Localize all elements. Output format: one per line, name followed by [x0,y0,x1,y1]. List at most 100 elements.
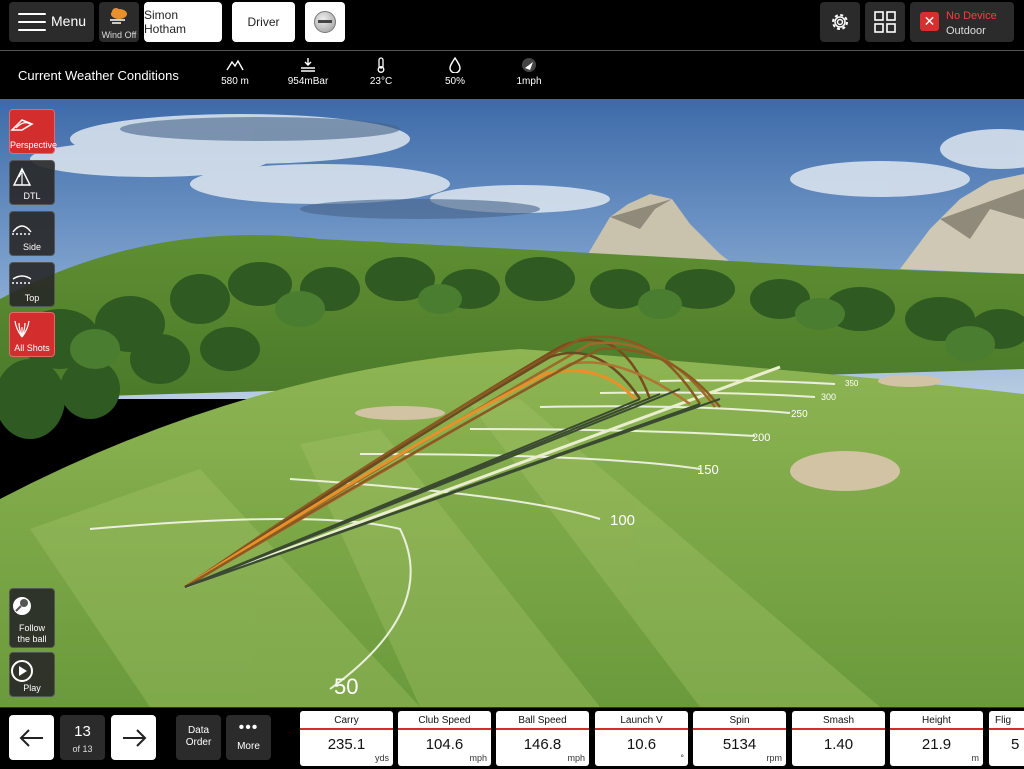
play-button[interactable]: Play [9,652,55,697]
more-button[interactable]: ••• More [226,715,271,760]
device-status: No Device [946,10,997,22]
metric-value: 21.9 [921,736,952,753]
pressure-value: 954mBar [287,76,329,87]
close-icon: ✕ [920,12,939,31]
gear-icon [832,14,848,30]
all-shots-label: All Shots [14,343,50,353]
player-select-button[interactable]: Simon Hotham [144,2,222,42]
weather-title: Current Weather Conditions [18,68,179,83]
metric-smash[interactable]: Smash 1.40 [792,711,885,766]
distance-marker-250: 250 [791,409,808,420]
weather-altitude: 580 m [200,57,270,87]
weather-wind: 1mph [494,57,564,87]
perspective-label: Perspective [10,140,58,150]
wind-cloud-icon [110,8,127,24]
arrow-right-icon [122,728,146,747]
club-select-button[interactable]: Driver [232,2,295,42]
metric-name: Launch V [595,711,688,730]
metric-value: 5 [1011,736,1020,753]
more-dots-icon: ••• [238,719,259,736]
metric-name: Spin [693,711,786,730]
bottom-bar: 13 of 13 Data Order ••• More Carry 235.1 … [0,707,1024,769]
weather-bar: Current Weather Conditions 580 m 954mBar… [0,51,1024,99]
distance-marker-150: 150 [697,462,719,477]
shot-counter: 13 of 13 [60,715,105,760]
device-mode: Outdoor [946,25,986,37]
device-status-button[interactable]: ✕ No Device Outdoor [910,2,1014,42]
thermometer-icon [377,57,385,73]
distance-marker-350: 350 [845,379,859,388]
top-label: Top [24,293,40,303]
arrow-left-icon [19,728,43,747]
golf-ball-icon [314,11,336,33]
shot-number: 13 [74,723,91,740]
distance-marker-300: 300 [821,392,836,402]
metric-ball-speed[interactable]: Ball Speed 146.8 mph [496,711,589,766]
data-order-button[interactable]: Data Order [176,715,221,760]
ball-select-button[interactable] [305,2,345,42]
hamburger-icon [18,12,46,32]
data-order-label-2: Order [185,737,212,748]
data-order-label-1: Data [187,725,210,736]
metric-value: 235.1 [327,736,366,753]
metric-unit: mph [469,753,487,763]
humidity-value: 50% [444,76,465,87]
metric-club-speed[interactable]: Club Speed 104.6 mph [398,711,491,766]
metric-name: Flig [989,711,1024,730]
all-shots-icon [14,320,30,338]
wind-speed-value: 1mph [516,76,542,87]
menu-label: Menu [51,13,87,29]
altitude-value: 580 m [221,76,249,87]
perspective-icon [10,119,34,131]
play-label: Play [23,683,41,693]
view-dtl-button[interactable]: DTL [9,160,55,205]
metric-name: Club Speed [398,711,491,730]
metric-unit: m [971,753,980,763]
view-side-button[interactable]: Side [9,211,55,256]
dtl-icon [12,167,32,186]
wind-direction-icon [522,58,536,72]
weather-pressure: 954mBar [273,57,343,87]
range-3d-view[interactable]: 50 100 150 200 250 300 350 Perspective D… [0,99,1024,707]
menu-button[interactable]: Menu [9,2,94,42]
follow-ball-icon [13,597,31,615]
view-perspective-button[interactable]: Perspective [9,109,58,154]
all-shots-button[interactable]: All Shots [9,312,55,357]
metric-launch-v[interactable]: Launch V 10.6 ° [595,711,688,766]
follow-label: Follow [18,623,45,633]
more-label: More [237,741,260,752]
weather-temperature: 23°C [346,57,416,87]
metric-value: 10.6 [626,736,657,753]
metric-name: Carry [300,711,393,730]
shot-total: of 13 [72,744,93,754]
metric-value: 1.40 [823,736,854,753]
metric-value: 146.8 [523,736,562,753]
play-icon [11,660,33,682]
follow-ball-button[interactable]: Follow the ball [9,588,55,648]
metric-value: 5134 [722,736,757,753]
humidity-drop-icon [449,57,461,73]
wind-toggle-button[interactable]: Wind Off [99,2,139,42]
weather-humidity: 50% [420,57,490,87]
metric-spin[interactable]: Spin 5134 rpm [693,711,786,766]
side-label: Side [22,242,41,252]
metric-height[interactable]: Height 21.9 m [890,711,983,766]
top-view-icon [12,275,32,284]
previous-shot-button[interactable] [9,715,54,760]
follow-label-2: the ball [17,634,47,644]
altitude-icon [226,59,244,71]
settings-button[interactable] [820,2,860,42]
metric-unit: mph [567,753,585,763]
layout-grid-button[interactable] [865,2,905,42]
metric-flight-time[interactable]: Flig 5 [989,711,1024,766]
dtl-label: DTL [23,191,41,201]
metric-unit: yds [374,753,389,763]
metric-name: Height [890,711,983,730]
view-top-button[interactable]: Top [9,262,55,307]
next-shot-button[interactable] [111,715,156,760]
metric-unit: rpm [766,753,783,763]
distance-marker-200: 200 [752,432,770,444]
range-scene-graphic: 50 100 150 200 250 300 350 [0,99,1024,707]
distance-marker-100: 100 [610,512,635,529]
metric-carry[interactable]: Carry 235.1 yds [300,711,393,766]
